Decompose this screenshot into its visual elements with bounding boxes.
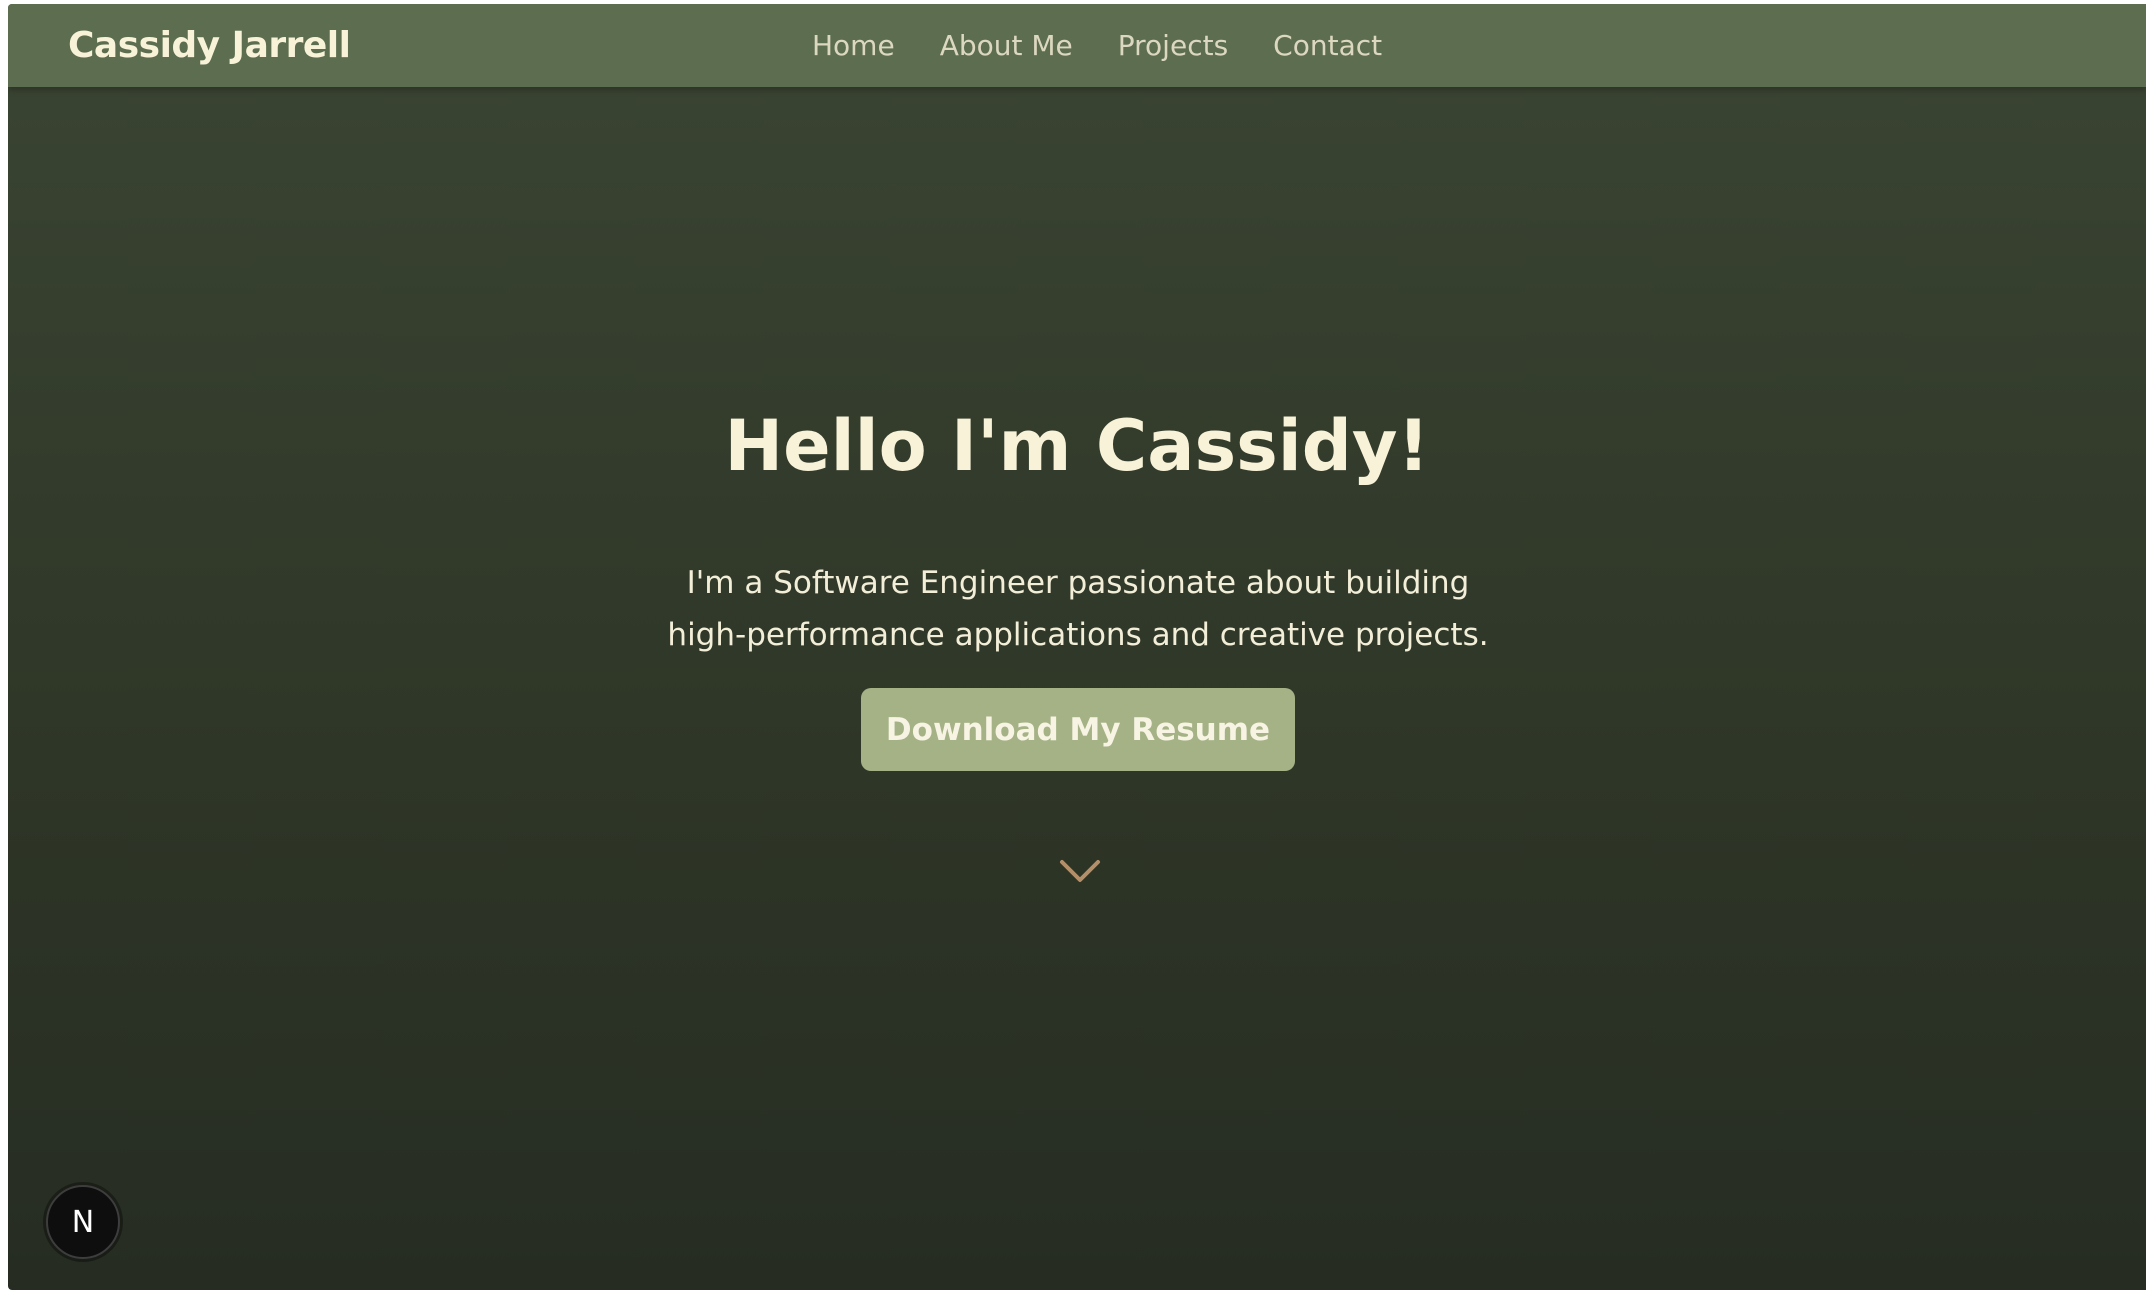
nextjs-logo-icon: N: [71, 1204, 95, 1240]
browser-viewport: Cassidy Jarrell Home About Me Projects C…: [8, 4, 2146, 1290]
top-navbar: Cassidy Jarrell Home About Me Projects C…: [8, 4, 2146, 87]
nextjs-dev-badge[interactable]: N: [46, 1185, 120, 1259]
nav-link-about-me[interactable]: About Me: [940, 29, 1073, 62]
hero-section: Hello I'm Cassidy! I'm a Software Engine…: [8, 4, 2146, 1290]
chevron-down-icon[interactable]: [1058, 854, 1102, 886]
nav-link-projects[interactable]: Projects: [1118, 29, 1228, 62]
nav-link-home[interactable]: Home: [812, 29, 895, 62]
site-brand[interactable]: Cassidy Jarrell: [68, 4, 351, 87]
hero-subtitle: I'm a Software Engineer passionate about…: [667, 565, 1489, 653]
hero-title: Hello I'm Cassidy!: [724, 405, 1430, 487]
nav-link-contact[interactable]: Contact: [1273, 29, 1382, 62]
nav-links: Home About Me Projects Contact: [812, 4, 1382, 87]
download-resume-button[interactable]: Download My Resume: [861, 688, 1295, 771]
